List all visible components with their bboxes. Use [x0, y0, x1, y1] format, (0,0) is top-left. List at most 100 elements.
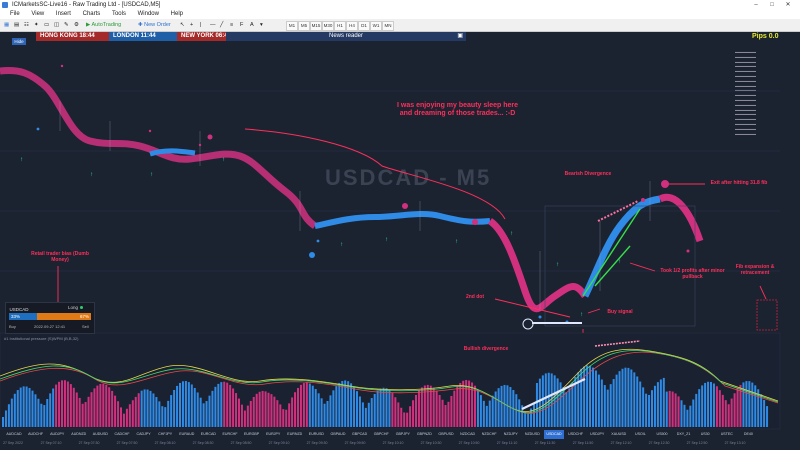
symbol-tab-usdcad[interactable]: USDCAD — [544, 430, 564, 439]
symbol-tab-usdchf[interactable]: USDCHF — [566, 430, 586, 439]
news-reader-bar[interactable]: News reader ▣ — [226, 32, 466, 41]
symbol-tab-eurgbp[interactable]: EURGBP — [242, 430, 262, 439]
symbol-tab-eurchf[interactable]: EURCHF — [220, 430, 240, 439]
text-icon[interactable]: A — [250, 20, 254, 30]
shapes-icon[interactable]: ▾ — [260, 20, 263, 30]
horizontal-line-icon[interactable]: — — [210, 20, 216, 30]
histogram-bar — [208, 395, 211, 427]
vertical-line-icon[interactable]: | — [200, 20, 201, 30]
histogram-bar — [592, 367, 594, 427]
histogram-bar — [149, 390, 152, 427]
options-icon[interactable]: ⚙ — [74, 20, 79, 30]
symbol-tab-us500[interactable]: US500 — [652, 430, 672, 439]
autotrading-button[interactable]: ▶ AutoTrading — [86, 20, 121, 30]
histogram-bar — [603, 385, 606, 427]
menu-view[interactable]: View — [31, 10, 44, 19]
symbol-tab-audchf[interactable]: AUDCHF — [26, 430, 46, 439]
new-order-label: New Order — [144, 22, 171, 28]
symbol-tab-eurcad[interactable]: EURCAD — [198, 430, 218, 439]
symbol-tab-gbpusd[interactable]: GBPUSD — [436, 430, 456, 439]
symbol-tab-audnzd[interactable]: AUDNZD — [69, 430, 89, 439]
menu-charts[interactable]: Charts — [83, 10, 101, 19]
close-icon[interactable]: ✕ — [780, 0, 796, 10]
symbol-tab-nzdcad[interactable]: NZDCAD — [458, 430, 478, 439]
cursor-icon[interactable]: ↖ — [180, 20, 185, 30]
symbol-tab-dxy_z1[interactable]: DXY_Z1 — [674, 430, 694, 439]
symbol-tab-usdjpy[interactable]: USDJPY — [587, 430, 607, 439]
symbol-tab-audjpy[interactable]: AUDJPY — [47, 430, 67, 439]
histogram-bar — [31, 390, 34, 427]
symbol-tab-ustec[interactable]: USTEC — [717, 430, 737, 439]
symbol-tab-nzdjpy[interactable]: NZDJPY — [501, 430, 521, 439]
timeframe-d1[interactable]: D1 — [358, 21, 370, 31]
symbol-tab-gbpjpy[interactable]: GBPJPY — [393, 430, 413, 439]
new-order-button[interactable]: ✚ New Order — [138, 20, 171, 30]
symbol-tab-cadjpy[interactable]: CADJPY — [134, 430, 154, 439]
minimize-icon[interactable]: – — [748, 0, 764, 10]
histogram-bar — [485, 405, 488, 427]
timeframe-m30[interactable]: M30 — [322, 21, 334, 31]
symbol-tab-gbpaud[interactable]: GBPAUD — [328, 430, 348, 439]
symbol-tab-xauusd[interactable]: XAUUSD — [609, 430, 629, 439]
new-chart-icon[interactable]: ▦ — [4, 20, 9, 30]
menu-insert[interactable]: Insert — [56, 10, 71, 19]
symbol-tab-chfjpy[interactable]: CHFJPY — [155, 430, 175, 439]
histogram-bar — [326, 400, 329, 427]
symbol-tab-audusd[interactable]: AUDUSD — [90, 430, 110, 439]
crosshair-icon[interactable]: + — [190, 20, 193, 30]
date-tick: 27 Sep 10:50 — [458, 441, 480, 445]
symbol-tab-euraud[interactable]: EURAUD — [177, 430, 197, 439]
symbol-tab-gbpnzd[interactable]: GBPNZD — [414, 430, 434, 439]
symbol-tab-gbpchf[interactable]: GBPCHF — [371, 430, 391, 439]
trendline-icon[interactable]: ╱ — [220, 20, 223, 30]
profiles-icon[interactable]: ▤ — [14, 20, 19, 30]
timeframe-m1[interactable]: M1 — [286, 21, 298, 31]
histogram-bar — [243, 410, 246, 427]
symbol-tab-nzdchf[interactable]: NZDCHF — [479, 430, 499, 439]
menu-help[interactable]: Help — [171, 10, 183, 19]
histogram-bar — [279, 404, 282, 427]
symbol-tab-usoil[interactable]: USOIL — [630, 430, 650, 439]
meta-editor-icon[interactable]: ✎ — [64, 20, 69, 30]
terminal-icon[interactable]: ▭ — [44, 20, 49, 30]
timeframe-h1[interactable]: H1 — [334, 21, 346, 31]
price-chart[interactable]: ↑↑ ↑↑ ↑↑ ↑↑ ↑↑↑ — [0, 41, 800, 431]
menu-tools[interactable]: Tools — [112, 10, 126, 19]
navigator-icon[interactable]: ✦ — [34, 20, 39, 30]
histogram-bar — [680, 400, 683, 427]
histogram-bar — [630, 369, 633, 427]
timeframe-m5[interactable]: M5 — [298, 21, 310, 31]
symbol-tab-nzdusd[interactable]: NZDUSD — [522, 430, 542, 439]
symbol-tab-gbpcad[interactable]: GBPCAD — [350, 430, 370, 439]
market-watch-icon[interactable]: ☷ — [24, 20, 29, 30]
timeframe-mn[interactable]: MN — [382, 21, 394, 31]
histogram-bar — [394, 397, 397, 427]
symbol-tab-cadchf[interactable]: CADCHF — [112, 430, 132, 439]
histogram-bar — [624, 367, 627, 427]
symbol-tab-eurusd[interactable]: EURUSD — [306, 430, 326, 439]
histogram-bar — [651, 390, 653, 427]
timeframe-m15[interactable]: M15 — [310, 21, 322, 31]
histogram-bar — [450, 395, 453, 427]
timeframe-w1[interactable]: W1 — [370, 21, 382, 31]
menu-file[interactable]: File — [10, 10, 20, 19]
histogram-bar — [49, 393, 52, 427]
symbol-tab-eurnzd[interactable]: EURNZD — [285, 430, 305, 439]
symbol-tab-eurjpy[interactable]: EURJPY — [263, 430, 283, 439]
maximize-icon[interactable]: □ — [764, 0, 780, 10]
histogram-bar — [111, 390, 114, 427]
news-close-icon[interactable]: ▣ — [457, 32, 463, 41]
symbol-tab-de40[interactable]: DE40 — [738, 430, 758, 439]
menu-window[interactable]: Window — [138, 10, 159, 19]
fibonacci-icon[interactable]: F — [240, 20, 243, 30]
histogram-bar — [671, 391, 674, 427]
histogram-bar — [158, 401, 161, 427]
histogram-bar — [238, 398, 240, 427]
date-tick: 27 Sep 08:30 — [192, 441, 214, 445]
symbol-tab-audcad[interactable]: AUDCAD — [4, 430, 24, 439]
symbol-tab-us30[interactable]: US30 — [695, 430, 715, 439]
timeframe-h4[interactable]: H4 — [346, 21, 358, 31]
channel-icon[interactable]: ≡ — [230, 20, 233, 30]
histogram-bar — [692, 399, 695, 427]
tester-icon[interactable]: ◫ — [54, 20, 59, 30]
